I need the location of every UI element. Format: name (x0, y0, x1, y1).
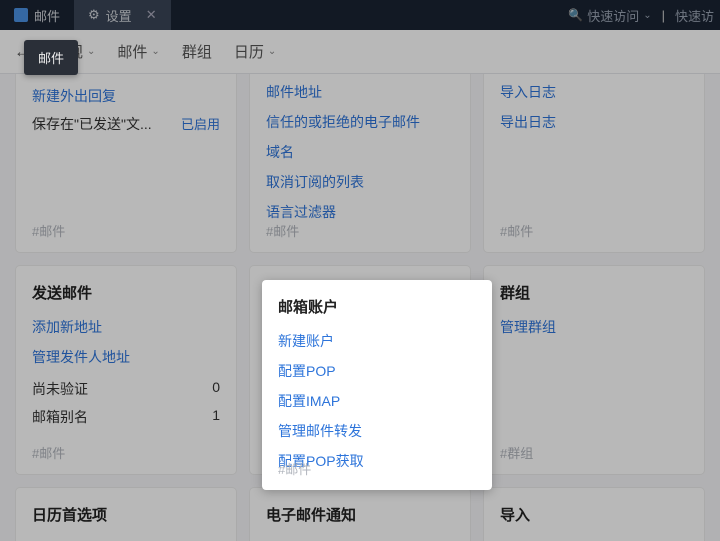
link-configure-pop[interactable]: 配置POP (278, 361, 476, 381)
link-new-account[interactable]: 新建账户 (278, 331, 476, 351)
card-mail-accounts-highlight: 邮箱账户 新建账户 配置POP 配置IMAP 管理邮件转发 配置POP获取 #邮… (262, 280, 492, 490)
link-configure-imap[interactable]: 配置IMAP (278, 391, 476, 411)
card-title: 邮箱账户 (278, 296, 476, 317)
tooltip-mail: 邮件 (24, 40, 78, 75)
card-tag: #邮件 (278, 459, 311, 478)
link-manage-forwarding[interactable]: 管理邮件转发 (278, 421, 476, 441)
